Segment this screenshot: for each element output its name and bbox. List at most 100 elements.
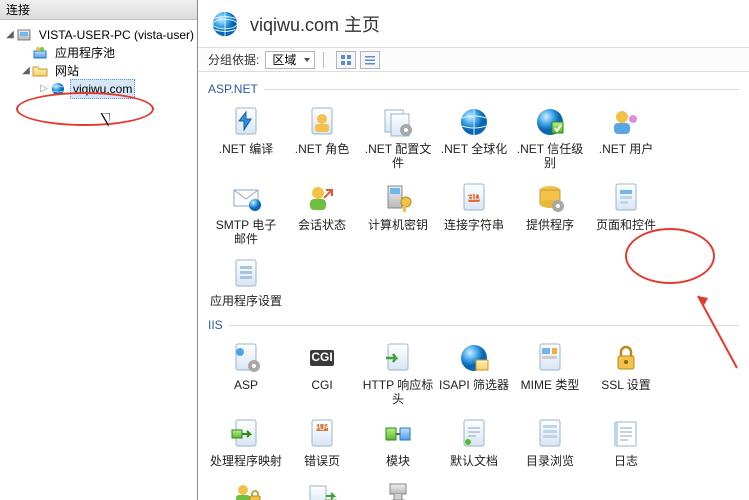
feature-item[interactable]: .NET 用户 (590, 104, 662, 170)
svg-text:CGI: CGI (311, 350, 332, 364)
feature-label: 计算机密钥 (368, 218, 428, 232)
feature-item[interactable]: 404错误页 (286, 416, 358, 468)
feature-icon (532, 416, 568, 452)
feature-item[interactable]: 日志 (590, 416, 662, 468)
feature-content: ASP.NET .NET 编译 .NET 角色 .NET 配置文件 .NET 全球化 .N… (198, 72, 749, 500)
feature-label: ASP (234, 378, 258, 392)
view-details-button[interactable] (360, 51, 380, 69)
feature-icon (456, 104, 492, 140)
feature-icon (532, 340, 568, 376)
feature-icon (380, 340, 416, 376)
feature-label: .NET 信任级别 (514, 142, 586, 170)
feature-label: ISAPI 筛选器 (439, 378, 509, 392)
feature-item[interactable]: 模块 (362, 416, 434, 468)
caret-icon[interactable]: ▷ (38, 80, 50, 98)
feature-item[interactable]: 应用程序设置 (210, 256, 282, 308)
feature-label: .NET 角色 (295, 142, 349, 156)
feature-item[interactable]: MIME 类型 (514, 340, 586, 406)
feature-label: SMTP 电子邮件 (210, 218, 282, 246)
toolbar: 分组依据: 区域 (198, 48, 749, 72)
feature-label: 页面和控件 (596, 218, 656, 232)
view-large-button[interactable] (336, 51, 356, 69)
feature-pane: viqiwu.com 主页 分组依据: 区域 ASP.NET .NET 编译 .NE… (198, 0, 749, 500)
server-icon (16, 27, 32, 43)
feature-icon (380, 104, 416, 140)
tree-node-site-viqiwu[interactable]: ▷ viqiwu.com (4, 80, 197, 98)
feature-icon (228, 256, 264, 292)
feature-item[interactable]: 提供程序 (514, 180, 586, 246)
feature-icon (228, 478, 264, 500)
feature-icon (228, 416, 264, 452)
feature-icon (228, 340, 264, 376)
feature-label: 日志 (614, 454, 638, 468)
feature-icon (456, 416, 492, 452)
feature-label: 会话状态 (298, 218, 346, 232)
feature-item[interactable]: ab 连接字符串 (438, 180, 510, 246)
feature-item[interactable]: .NET 配置文件 (362, 104, 434, 170)
feature-icon (380, 478, 416, 500)
feature-label: HTTP 响应标头 (362, 378, 434, 406)
group-title: ASP.NET (208, 80, 739, 98)
feature-item[interactable]: 处理程序映射 (210, 416, 282, 468)
feature-item[interactable]: 计算机密钥 (362, 180, 434, 246)
feature-item[interactable]: ISAPI 筛选器 (438, 340, 510, 406)
feature-label: 应用程序设置 (210, 294, 282, 308)
feature-label: SSL 设置 (601, 378, 651, 392)
caret-icon[interactable]: ◢ (4, 26, 16, 44)
feature-item[interactable]: .NET 全球化 (438, 104, 510, 170)
feature-icon: ab (456, 180, 492, 216)
feature-header: viqiwu.com 主页 (198, 0, 749, 48)
apppool-icon (32, 45, 48, 61)
connections-title: 连接 (0, 0, 197, 20)
feature-item[interactable]: 页面和控件 (590, 180, 662, 246)
feature-item[interactable]: CGI CGI (286, 340, 358, 406)
feature-label: 处理程序映射 (210, 454, 282, 468)
connections-tree: ◢ VISTA-USER-PC (vista-user) 应用程序池 ◢ 网站 (0, 20, 197, 500)
feature-group: ASP.NET .NET 编译 .NET 角色 .NET 配置文件 .NET 全球化 .N… (208, 80, 739, 312)
feature-label: 连接字符串 (444, 218, 504, 232)
feature-item[interactable]: SSL 设置 (590, 340, 662, 406)
feature-label: .NET 配置文件 (362, 142, 434, 170)
feature-item[interactable]: 会话状态 (286, 180, 358, 246)
feature-item[interactable]: SMTP 电子邮件 (210, 180, 282, 246)
feature-label: 目录浏览 (526, 454, 574, 468)
feature-label: .NET 编译 (219, 142, 273, 156)
caret-icon[interactable]: ◢ (20, 62, 32, 80)
feature-item[interactable]: 压缩 (362, 478, 434, 500)
page-title: viqiwu.com 主页 (250, 11, 380, 37)
tree-node-apppools[interactable]: 应用程序池 (4, 44, 197, 62)
tree-node-server[interactable]: ◢ VISTA-USER-PC (vista-user) (4, 26, 197, 44)
tree-node-sites[interactable]: ◢ 网站 (4, 62, 197, 80)
feature-item[interactable]: 输出缓存 (286, 478, 358, 500)
feature-icon (304, 180, 340, 216)
feature-item[interactable]: 身份验证 (210, 478, 282, 500)
feature-icon (608, 416, 644, 452)
feature-item[interactable]: .NET 角色 (286, 104, 358, 170)
feature-icon: CGI (304, 340, 340, 376)
feature-label: MIME 类型 (521, 378, 580, 392)
feature-item[interactable]: ASP (210, 340, 282, 406)
feature-icon (380, 416, 416, 452)
feature-item[interactable]: 默认文档 (438, 416, 510, 468)
feature-item[interactable]: .NET 编译 (210, 104, 282, 170)
connections-pane: 连接 ◢ VISTA-USER-PC (vista-user) 应用程序池 ◢ (0, 0, 198, 500)
feature-icon (304, 478, 340, 500)
feature-label: 错误页 (304, 454, 340, 468)
feature-label: .NET 全球化 (441, 142, 507, 156)
feature-item[interactable]: HTTP 响应标头 (362, 340, 434, 406)
feature-icon (608, 180, 644, 216)
groupby-label: 分组依据: (208, 51, 259, 68)
cursor-icon (104, 110, 118, 130)
feature-icon (228, 180, 264, 216)
feature-icon (304, 104, 340, 140)
feature-icon (608, 104, 644, 140)
group-title: IIS (208, 316, 739, 334)
groupby-dropdown[interactable]: 区域 (265, 51, 315, 69)
feature-item[interactable]: .NET 信任级别 (514, 104, 586, 170)
separator (323, 52, 324, 68)
feature-item[interactable]: 目录浏览 (514, 416, 586, 468)
folder-icon (32, 63, 48, 79)
feature-label: CGI (311, 378, 332, 392)
feature-icon (228, 104, 264, 140)
globe-icon (50, 81, 66, 97)
